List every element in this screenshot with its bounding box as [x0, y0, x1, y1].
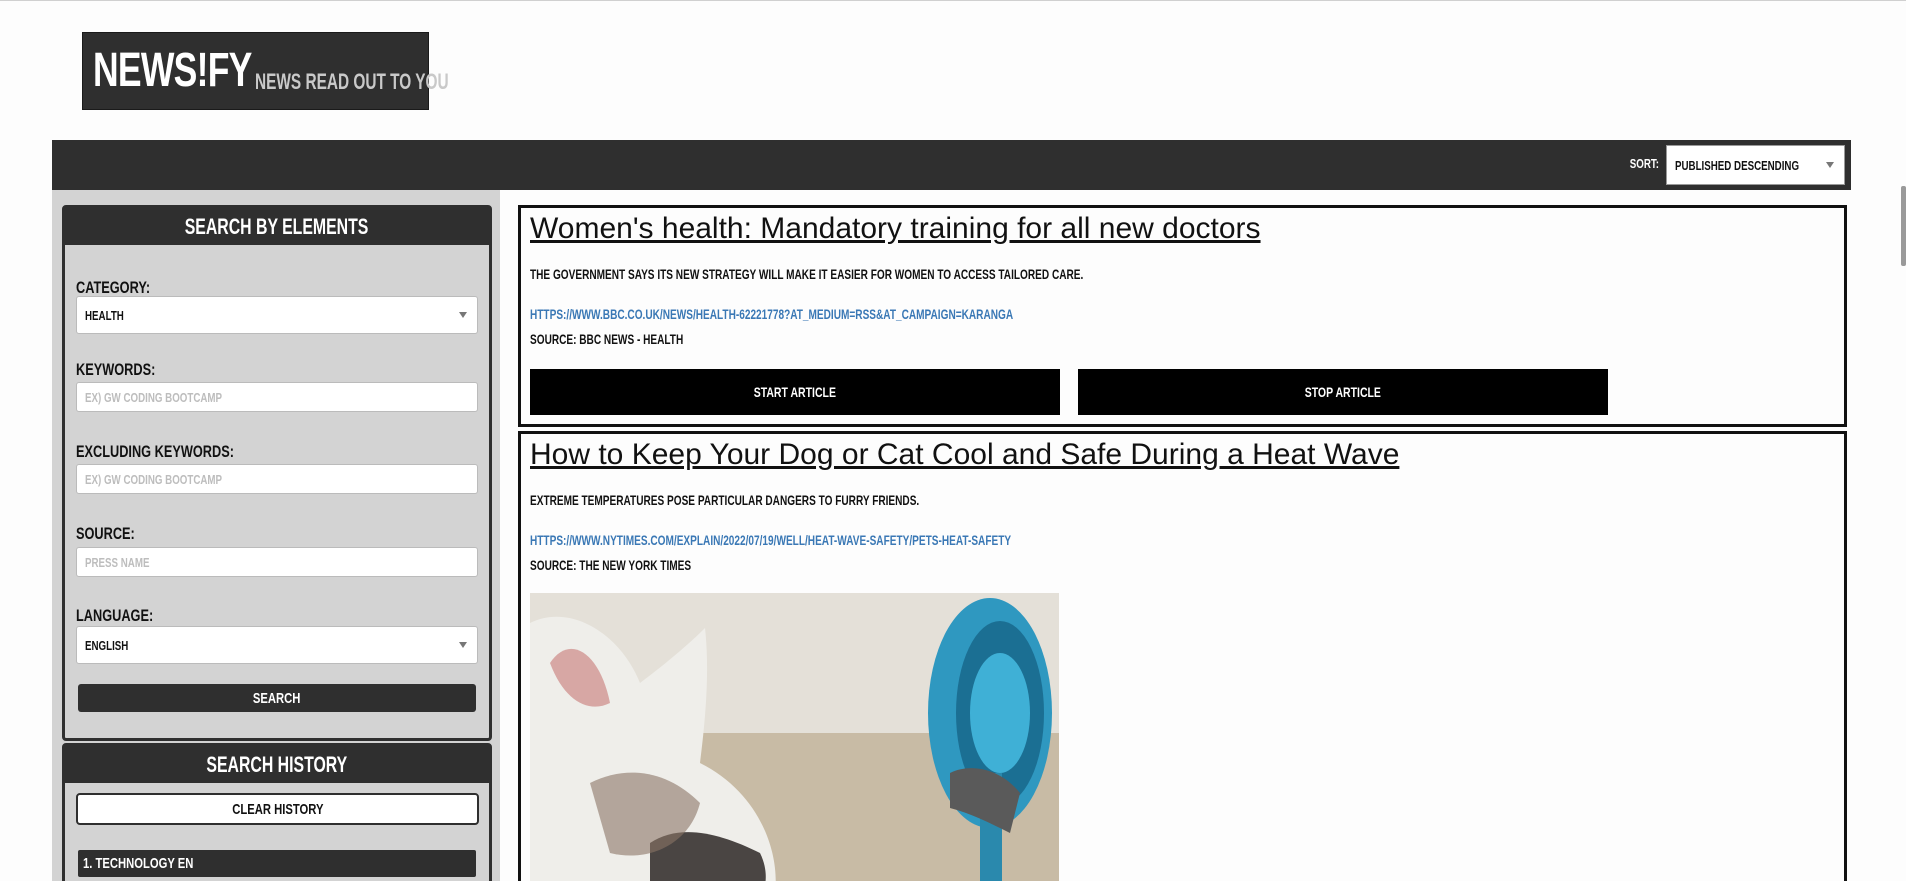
source-input[interactable]: PRESS NAME: [76, 547, 478, 577]
sidebar: SEARCH BY ELEMENTS CATEGORY: HEALTH KEYW…: [52, 190, 500, 881]
article-source: SOURCE: BBC NEWS - HEALTH: [530, 331, 684, 347]
source-label: SOURCE:: [76, 524, 135, 543]
article-title[interactable]: Women's health: Mandatory training for a…: [530, 212, 1261, 246]
search-button[interactable]: SEARCH: [78, 684, 476, 712]
category-select[interactable]: HEALTH: [76, 296, 478, 334]
top-toolbar: SORT: PUBLISHED DESCENDING: [52, 140, 1851, 190]
category-label: CATEGORY:: [76, 278, 151, 297]
language-select[interactable]: ENGLISH: [76, 626, 478, 664]
excluding-keywords-placeholder: EX) GW CODING BOOTCAMP: [85, 471, 223, 487]
search-history-heading: SEARCH HISTORY: [65, 746, 489, 783]
language-label: LANGUAGE:: [76, 606, 154, 625]
keywords-label: KEYWORDS:: [76, 360, 156, 379]
chevron-down-icon: [1826, 162, 1834, 168]
article-card: Women's health: Mandatory training for a…: [518, 205, 1847, 427]
chevron-down-icon: [459, 312, 467, 318]
keywords-placeholder: EX) GW CODING BOOTCAMP: [85, 389, 223, 405]
history-item[interactable]: 1. TECHNOLOGY EN: [78, 850, 476, 877]
keywords-input[interactable]: EX) GW CODING BOOTCAMP: [76, 382, 478, 412]
excluding-keywords-input[interactable]: EX) GW CODING BOOTCAMP: [76, 464, 478, 494]
logo-title: NEWS!FY: [93, 44, 252, 97]
article-link[interactable]: HTTPS://WWW.BBC.CO.UK/NEWS/HEALTH-622217…: [530, 306, 1013, 322]
search-panel-heading: SEARCH BY ELEMENTS: [65, 208, 489, 245]
logo-tagline: NEWS READ OUT TO YOU: [255, 69, 449, 94]
article-card: How to Keep Your Dog or Cat Cool and Saf…: [518, 431, 1847, 881]
search-history-panel: SEARCH HISTORY CLEAR HISTORY 1. TECHNOLO…: [62, 743, 492, 881]
search-panel: SEARCH BY ELEMENTS CATEGORY: HEALTH KEYW…: [62, 205, 492, 741]
article-source: SOURCE: THE NEW YORK TIMES: [530, 557, 692, 573]
excluding-keywords-label: EXCLUDING KEYWORDS:: [76, 442, 234, 461]
source-placeholder: PRESS NAME: [85, 554, 150, 570]
article-description: THE GOVERNMENT SAYS ITS NEW STRATEGY WIL…: [530, 266, 1084, 282]
sort-select[interactable]: PUBLISHED DESCENDING: [1666, 145, 1845, 185]
start-article-button[interactable]: START ARTICLE: [530, 369, 1060, 415]
stop-article-button[interactable]: STOP ARTICLE: [1078, 369, 1608, 415]
site-logo[interactable]: NEWS!FY NEWS READ OUT TO YOU: [82, 32, 449, 110]
article-image: [530, 593, 1059, 881]
clear-history-button[interactable]: CLEAR HISTORY: [76, 793, 479, 825]
page-scrollbar[interactable]: [1901, 186, 1906, 266]
sort-value: PUBLISHED DESCENDING: [1675, 157, 1800, 173]
chevron-down-icon: [459, 642, 467, 648]
dog-with-fan-illustration: [530, 593, 1059, 881]
article-link[interactable]: HTTPS://WWW.NYTIMES.COM/EXPLAIN/2022/07/…: [530, 532, 1011, 548]
language-value: ENGLISH: [85, 637, 129, 653]
article-description: EXTREME TEMPERATURES POSE PARTICULAR DAN…: [530, 492, 920, 508]
category-value: HEALTH: [85, 307, 124, 323]
sort-label: SORT:: [1629, 156, 1659, 171]
article-title[interactable]: How to Keep Your Dog or Cat Cool and Saf…: [530, 438, 1399, 472]
